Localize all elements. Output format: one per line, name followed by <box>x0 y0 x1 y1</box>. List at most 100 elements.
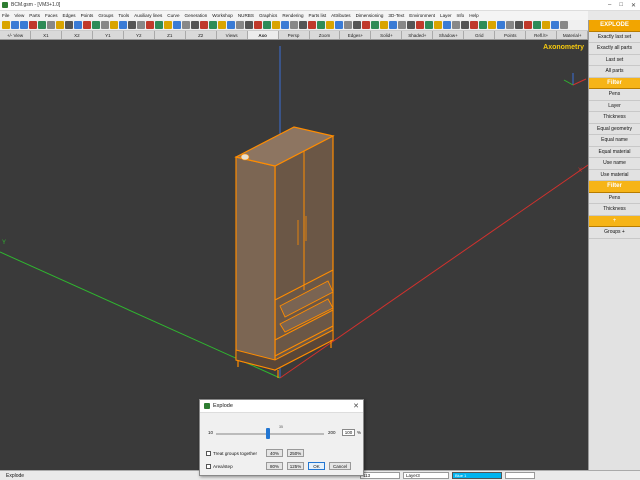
toolbar-tool-icon[interactable] <box>200 21 208 29</box>
toolbar-tool-icon[interactable] <box>236 21 244 29</box>
toolbar-tool-icon[interactable] <box>326 21 334 29</box>
toolbar-tool-icon[interactable] <box>227 21 235 29</box>
view-button-y1[interactable]: Y1 <box>93 31 124 39</box>
ok-button[interactable]: OK <box>308 462 325 470</box>
toolbar-tool-icon[interactable] <box>164 21 172 29</box>
toolbar-tool-icon[interactable] <box>83 21 91 29</box>
view-button--view[interactable]: +/- View <box>0 31 31 39</box>
view-button-z1[interactable]: Z1 <box>155 31 186 39</box>
toolbar-tool-icon[interactable] <box>11 21 19 29</box>
toolbar-tool-icon[interactable] <box>110 21 118 29</box>
maximize-icon[interactable]: □ <box>619 2 623 9</box>
toolbar-tool-icon[interactable] <box>425 21 433 29</box>
toolbar-tool-icon[interactable] <box>146 21 154 29</box>
toolbar-tool-icon[interactable] <box>173 21 181 29</box>
preset-40-button[interactable]: 40% <box>266 449 283 457</box>
toolbar-tool-icon[interactable] <box>47 21 55 29</box>
panel-item-all-parts[interactable]: All parts <box>589 66 640 78</box>
menu-item-file[interactable]: File <box>2 13 9 18</box>
toolbar-tool-icon[interactable] <box>56 21 64 29</box>
toolbar-tool-icon[interactable] <box>461 21 469 29</box>
toolbar-tool-icon[interactable] <box>299 21 307 29</box>
toolbar-tool-icon[interactable] <box>182 21 190 29</box>
menu-item-dimensioning[interactable]: Dimensioning <box>356 13 384 18</box>
toolbar-tool-icon[interactable] <box>281 21 289 29</box>
menu-item-attributes[interactable]: Attributes <box>331 13 350 18</box>
menu-item-points[interactable]: Points <box>81 13 94 18</box>
toolbar-tool-icon[interactable] <box>155 21 163 29</box>
menu-item-tools[interactable]: Tools <box>118 13 129 18</box>
preset-80-button[interactable]: 80% <box>266 462 283 470</box>
menu-item-edges[interactable]: Edges <box>63 13 76 18</box>
toolbar-tool-icon[interactable] <box>398 21 406 29</box>
view-button-y2[interactable]: Y2 <box>124 31 155 39</box>
view-button-grid[interactable]: Grid <box>464 31 496 39</box>
preset-250-button[interactable]: 250% <box>287 449 304 457</box>
layer-color-swatch[interactable]: Blue 1 <box>452 472 502 479</box>
toolbar-tool-icon[interactable] <box>497 21 505 29</box>
filter-section-header[interactable]: Filter <box>589 77 640 89</box>
toolbar-tool-icon[interactable] <box>488 21 496 29</box>
slider-thumb[interactable] <box>266 428 270 439</box>
view-button-views[interactable]: Views <box>217 31 248 39</box>
panel-filter2-thickness[interactable]: Thickness <box>589 204 640 216</box>
toolbar-tool-icon[interactable] <box>479 21 487 29</box>
toolbar-tool-icon[interactable] <box>191 21 199 29</box>
toolbar-tool-icon[interactable] <box>470 21 478 29</box>
panel-filter-use-name[interactable]: Use name <box>589 158 640 170</box>
filter-section-header-2[interactable]: Filter <box>589 181 640 193</box>
close-icon[interactable]: ✕ <box>353 402 359 410</box>
menu-item-auxiliary-lines[interactable]: Auxiliary lines <box>134 13 162 18</box>
menu-item-curve[interactable]: Curve <box>167 13 179 18</box>
toolbar-tool-icon[interactable] <box>254 21 262 29</box>
menu-item-groups[interactable]: Groups <box>98 13 113 18</box>
toolbar-tool-icon[interactable] <box>524 21 532 29</box>
toolbar-tool-icon[interactable] <box>218 21 226 29</box>
menu-item-nurbs[interactable]: NURBS <box>238 13 254 18</box>
slider-track[interactable] <box>216 433 324 435</box>
panel-item-exactly-all-parts[interactable]: Exactly all parts <box>589 43 640 55</box>
panel-filter-equal-name[interactable]: Equal name <box>589 135 640 147</box>
panel-filter-pens[interactable]: Pens <box>589 89 640 101</box>
panel-filter2-pens[interactable]: Pens <box>589 193 640 204</box>
toolbar-tool-icon[interactable] <box>371 21 379 29</box>
toolbar-tool-icon[interactable] <box>362 21 370 29</box>
panel-filter-thickness[interactable]: Thickness <box>589 112 640 124</box>
toolbar-tool-icon[interactable] <box>389 21 397 29</box>
view-button-z2[interactable]: Z2 <box>186 31 217 39</box>
toolbar-tool-icon[interactable] <box>380 21 388 29</box>
toolbar-tool-icon[interactable] <box>506 21 514 29</box>
toolbar-tool-icon[interactable] <box>65 21 73 29</box>
line-style-field[interactable] <box>505 472 535 479</box>
view-button-x2[interactable]: X2 <box>62 31 93 39</box>
toolbar-tool-icon[interactable] <box>434 21 442 29</box>
area-step-checkbox[interactable] <box>206 463 211 469</box>
toolbar-tool-icon[interactable] <box>245 21 253 29</box>
close-icon[interactable]: ✕ <box>631 2 636 9</box>
toolbar-tool-icon[interactable] <box>317 21 325 29</box>
menu-item-info[interactable]: Info <box>457 13 465 18</box>
toolbar-tool-icon[interactable] <box>29 21 37 29</box>
layer-number-field[interactable]: 113 <box>360 472 400 479</box>
menu-item-workshop[interactable]: Workshop <box>212 13 233 18</box>
view-button-axo[interactable]: Axo <box>247 31 279 39</box>
view-button-solid-[interactable]: Solid+ <box>371 31 403 39</box>
toolbar-tool-icon[interactable] <box>128 21 136 29</box>
menu-item-help[interactable]: Help <box>469 13 478 18</box>
toolbar-tool-icon[interactable] <box>209 21 217 29</box>
panel-item-exactly-last-set[interactable]: Exactly last set <box>589 32 640 43</box>
view-button-x1[interactable]: X1 <box>31 31 62 39</box>
panel-expand-toggle[interactable]: + <box>589 215 640 227</box>
toolbar-tool-icon[interactable] <box>290 21 298 29</box>
menu-item-view[interactable]: View <box>14 13 24 18</box>
view-button-material-[interactable]: Material+ <box>557 31 589 39</box>
view-button-shaded-[interactable]: Shaded+ <box>402 31 434 39</box>
menu-item-generation[interactable]: Generation <box>185 13 208 18</box>
view-button-zoom[interactable]: Zoom <box>310 31 341 39</box>
minimize-icon[interactable]: – <box>608 2 611 9</box>
toolbar-tool-icon[interactable] <box>515 21 523 29</box>
toolbar-tool-icon[interactable] <box>335 21 343 29</box>
toolbar-tool-icon[interactable] <box>20 21 28 29</box>
menu-item-parts-list[interactable]: Parts list <box>309 13 327 18</box>
menu-item-parts[interactable]: Parts <box>29 13 40 18</box>
